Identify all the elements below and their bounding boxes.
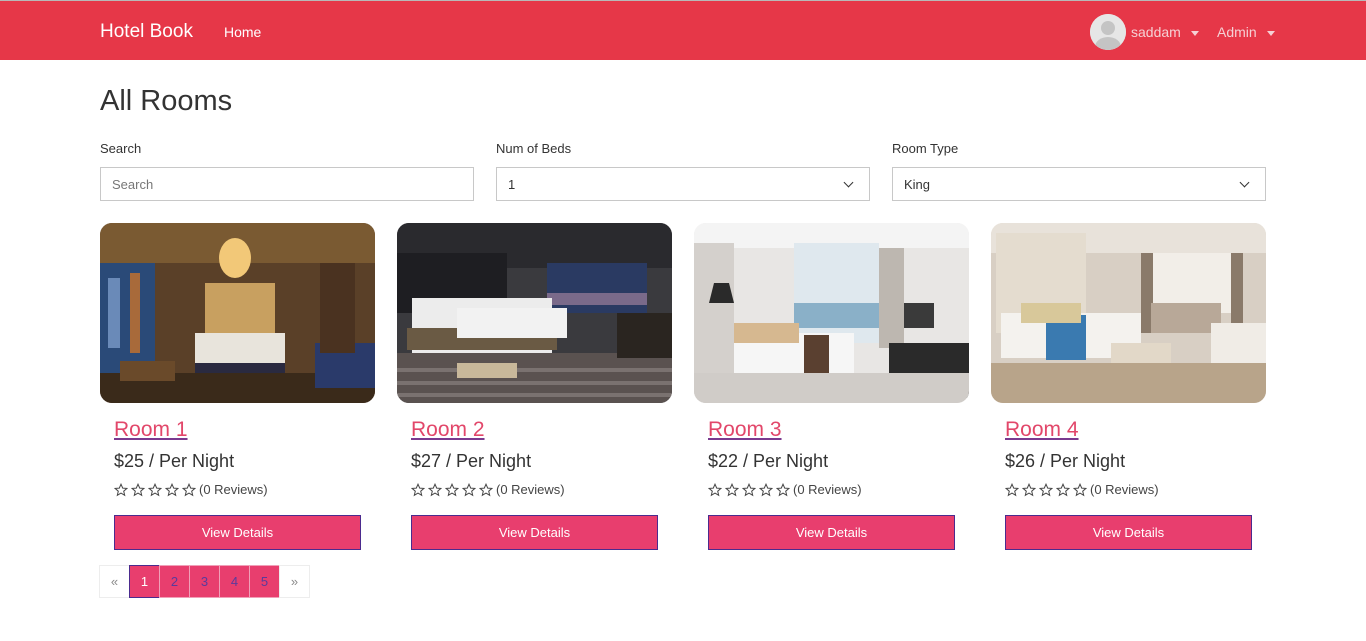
- room-price: $26 / Per Night: [1005, 451, 1126, 471]
- page-title: All Rooms: [100, 85, 233, 117]
- review-count: (0 Reviews): [496, 482, 565, 497]
- room-rating: (0 Reviews): [411, 482, 565, 498]
- star-outline-icon: [411, 483, 425, 497]
- room-image[interactable]: [100, 223, 375, 403]
- view-details-button[interactable]: View Details: [1005, 515, 1252, 550]
- pagination-page[interactable]: 4: [219, 565, 250, 598]
- pagination-page[interactable]: 3: [189, 565, 220, 598]
- room-price: $25 / Per Night: [114, 451, 235, 471]
- search-label: Search: [100, 141, 142, 156]
- star-outline-icon: [742, 483, 756, 497]
- view-details-button[interactable]: View Details: [708, 515, 955, 550]
- room-image[interactable]: [694, 223, 969, 403]
- star-rating: [1005, 483, 1090, 497]
- star-outline-icon: [182, 483, 196, 497]
- view-details-button[interactable]: View Details: [411, 515, 658, 550]
- chevron-down-icon: [1239, 177, 1250, 187]
- star-outline-icon: [1056, 483, 1070, 497]
- star-rating: [708, 483, 793, 497]
- beds-select-value: 1: [508, 176, 516, 192]
- chevron-down-icon: [843, 177, 854, 187]
- beds-label: Num of Beds: [496, 141, 572, 156]
- star-outline-icon: [1039, 483, 1053, 497]
- search-input[interactable]: [100, 167, 474, 201]
- caret-down-icon: [1266, 31, 1275, 36]
- star-outline-icon: [1005, 483, 1019, 497]
- room-rating: (0 Reviews): [114, 482, 268, 498]
- user-avatar-icon[interactable]: [1090, 14, 1126, 50]
- star-outline-icon: [725, 483, 739, 497]
- star-outline-icon: [131, 483, 145, 497]
- star-outline-icon: [479, 483, 493, 497]
- star-outline-icon: [1073, 483, 1087, 497]
- pagination-page[interactable]: 2: [159, 565, 190, 598]
- star-outline-icon: [165, 483, 179, 497]
- pagination-page[interactable]: 1: [129, 565, 160, 598]
- star-outline-icon: [776, 483, 790, 497]
- room-type-select[interactable]: King: [892, 167, 1266, 201]
- room-name-link[interactable]: Room 4: [1005, 418, 1079, 442]
- room-card: Room 4 $26 / Per Night (0 Reviews) View …: [991, 223, 1266, 553]
- room-rating: (0 Reviews): [1005, 482, 1159, 498]
- review-count: (0 Reviews): [199, 482, 268, 497]
- review-count: (0 Reviews): [793, 482, 862, 497]
- room-name-link[interactable]: Room 2: [411, 418, 485, 442]
- room-price: $27 / Per Night: [411, 451, 532, 471]
- pagination-prev[interactable]: «: [99, 565, 130, 598]
- caret-down-icon: [1190, 31, 1199, 36]
- admin-label: Admin: [1217, 24, 1257, 40]
- star-outline-icon: [428, 483, 442, 497]
- room-type-select-value: King: [904, 176, 931, 192]
- room-price: $22 / Per Night: [708, 451, 829, 471]
- beds-select[interactable]: 1: [496, 167, 870, 201]
- star-rating: [411, 483, 496, 497]
- brand-logo[interactable]: Hotel Book: [100, 21, 193, 43]
- star-outline-icon: [759, 483, 773, 497]
- room-rating: (0 Reviews): [708, 482, 862, 498]
- star-outline-icon: [445, 483, 459, 497]
- star-rating: [114, 483, 199, 497]
- view-details-button[interactable]: View Details: [114, 515, 361, 550]
- pagination-page[interactable]: 5: [249, 565, 280, 598]
- top-navbar: Hotel Book Home saddam Admin: [0, 0, 1366, 60]
- user-name: saddam: [1131, 24, 1181, 40]
- room-name-link[interactable]: Room 1: [114, 418, 188, 442]
- star-outline-icon: [462, 483, 476, 497]
- user-dropdown[interactable]: saddam: [1131, 23, 1199, 41]
- pagination-next[interactable]: »: [279, 565, 310, 598]
- room-card: Room 2 $27 / Per Night (0 Reviews) View …: [397, 223, 672, 553]
- star-outline-icon: [114, 483, 128, 497]
- nav-home-link[interactable]: Home: [224, 23, 261, 41]
- room-type-label: Room Type: [892, 141, 959, 156]
- room-card: Room 1 $25 / Per Night (0 Reviews) View …: [100, 223, 375, 553]
- star-outline-icon: [708, 483, 722, 497]
- room-image[interactable]: [397, 223, 672, 403]
- room-card: Room 3 $22 / Per Night (0 Reviews) View …: [694, 223, 969, 553]
- room-name-link[interactable]: Room 3: [708, 418, 782, 442]
- star-outline-icon: [148, 483, 162, 497]
- review-count: (0 Reviews): [1090, 482, 1159, 497]
- room-image[interactable]: [991, 223, 1266, 403]
- pagination: « 1 2 3 4 5 »: [99, 565, 310, 598]
- admin-dropdown[interactable]: Admin: [1217, 23, 1275, 41]
- star-outline-icon: [1022, 483, 1036, 497]
